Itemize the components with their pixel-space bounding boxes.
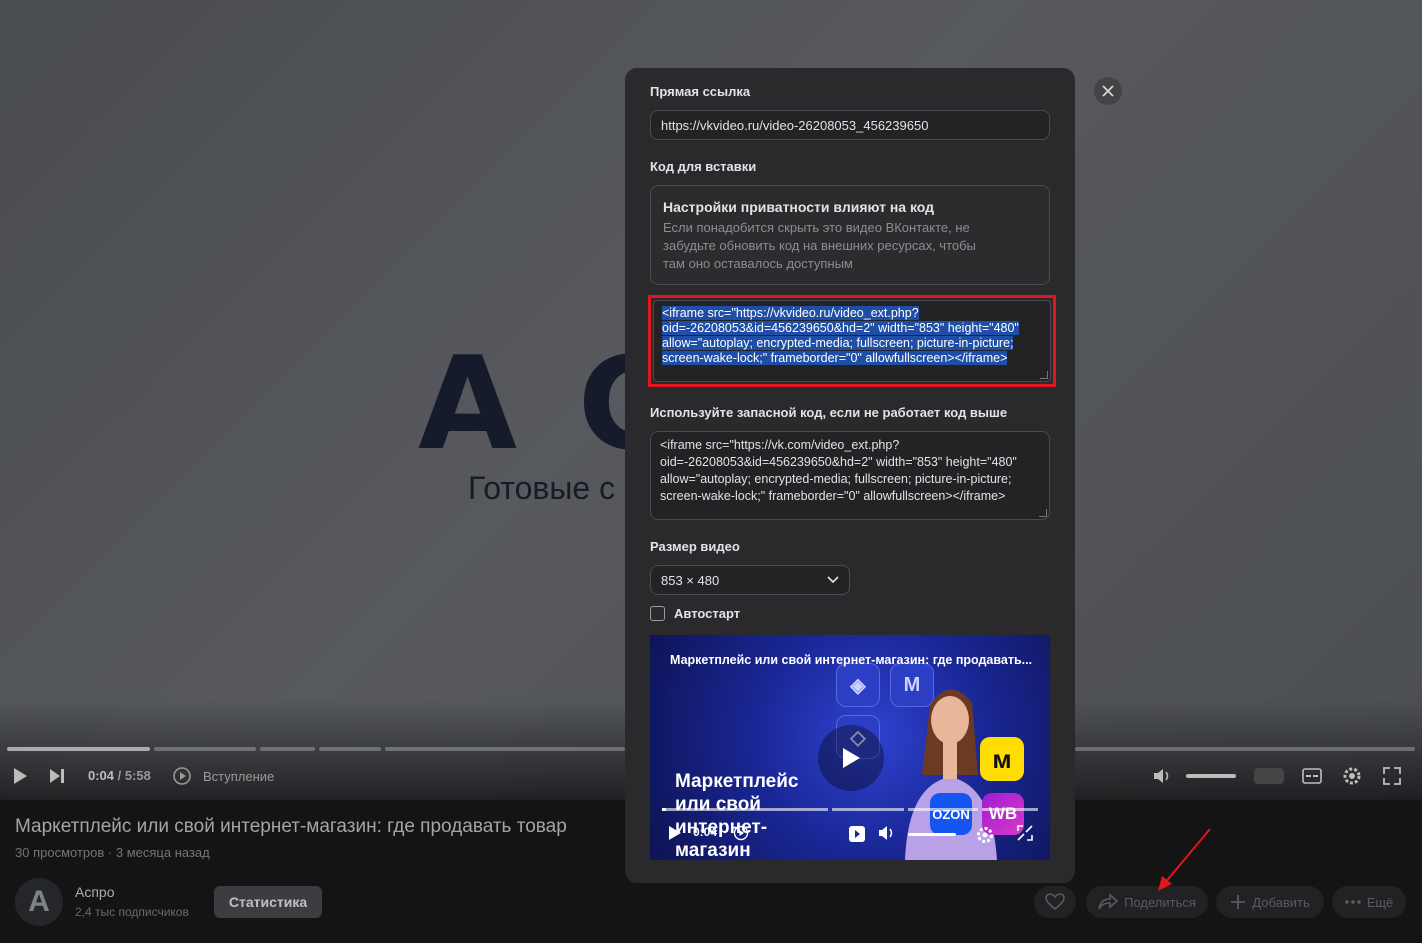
preview-volume-button[interactable] — [878, 825, 896, 841]
preview-vk-logo[interactable] — [848, 825, 866, 843]
resize-handle[interactable] — [1039, 509, 1047, 517]
preview-volume-slider[interactable] — [908, 833, 956, 836]
autoplay-checkbox[interactable] — [650, 606, 665, 621]
gear-icon — [977, 827, 993, 843]
video-size-value: 853 × 480 — [661, 572, 720, 588]
fallback-code-label: Используйте запасной код, если не работа… — [650, 405, 1008, 420]
chevron-down-icon — [827, 576, 839, 584]
embed-code-textarea[interactable]: <iframe src="https://vkvideo.ru/video_ex… — [653, 300, 1051, 382]
page: А С Готовые с 0:04 / 5:58 Вступление Мар… — [0, 0, 1422, 943]
autoplay-option[interactable]: Автостарт — [650, 606, 740, 621]
preview-play-small[interactable] — [668, 825, 682, 841]
app-tile-icon: ◈ — [836, 663, 880, 707]
autoplay-label: Автостарт — [674, 606, 741, 621]
embed-code-label: Код для вставки — [650, 159, 757, 174]
highlight-frame: <iframe src="https://vkvideo.ru/video_ex… — [648, 295, 1056, 387]
embed-code-selected: <iframe src="https://vkvideo.ru/video_ex… — [662, 306, 1019, 365]
direct-link-input[interactable]: https://vkvideo.ru/video-26208053_456239… — [650, 110, 1050, 140]
video-size-label: Размер видео — [650, 539, 740, 554]
volume-icon — [879, 826, 893, 840]
play-icon — [843, 748, 860, 768]
embed-preview-player[interactable]: ◈ M ◇ м OZON WB Маркетплейс или свой инт… — [650, 635, 1050, 860]
share-modal: Прямая ссылка https://vkvideo.ru/video-2… — [625, 68, 1075, 883]
yandex-market-icon: м — [980, 737, 1024, 781]
preview-progress-segment[interactable] — [982, 808, 1038, 811]
preview-progress-segment[interactable] — [666, 808, 828, 811]
preview-title: Маркетплейс или свой интернет-магазин: г… — [670, 653, 1033, 667]
preview-progress-segment[interactable] — [908, 808, 978, 811]
chapters-icon — [733, 825, 749, 841]
preview-fullscreen-button[interactable] — [1017, 825, 1033, 841]
fallback-code-textarea[interactable]: <iframe src="https://vk.com/video_ext.ph… — [650, 431, 1050, 520]
play-icon — [669, 826, 681, 840]
resize-handle[interactable] — [1040, 371, 1048, 379]
video-size-select[interactable]: 853 × 480 — [650, 565, 850, 595]
notice-text: Если понадобится скрыть это видео ВКонта… — [663, 220, 976, 271]
preview-chapters-button[interactable] — [733, 825, 749, 841]
vk-video-icon — [849, 826, 865, 842]
direct-link-label: Прямая ссылка — [650, 84, 751, 99]
preview-time: 0:04 — [693, 825, 718, 839]
ozon-icon: OZON — [930, 793, 972, 835]
notice-title: Настройки приватности влияют на код — [663, 199, 935, 215]
close-modal-button[interactable] — [1094, 77, 1122, 105]
preview-play-button[interactable] — [818, 725, 884, 791]
close-icon — [1102, 85, 1114, 97]
fullscreen-icon — [1017, 825, 1033, 841]
fallback-code-text: <iframe src="https://vk.com/video_ext.ph… — [660, 438, 1017, 503]
preview-overlay-text: Маркетплейс или свой интернет-магазин — [675, 771, 799, 860]
preview-settings-button[interactable] — [975, 825, 995, 845]
preview-progress-segment[interactable] — [832, 808, 904, 811]
privacy-notice: Настройки приватности влияют на код Если… — [650, 185, 1050, 285]
